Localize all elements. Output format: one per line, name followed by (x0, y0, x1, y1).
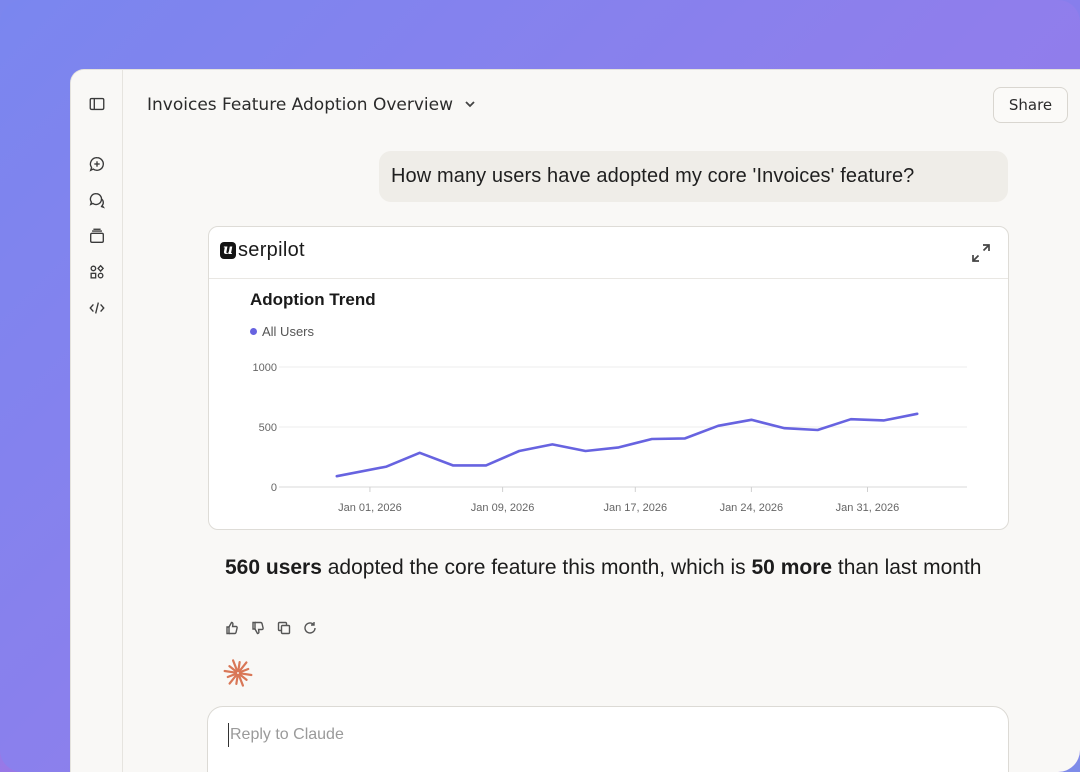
conversation-title-dropdown[interactable]: Invoices Feature Adoption Overview (147, 92, 477, 118)
answer-count: 560 users (225, 556, 322, 579)
chats-icon[interactable] (87, 190, 107, 210)
app-background: Invoices Feature Adoption Overview Share… (0, 0, 1080, 772)
line-chart: 0 500 1000 Jan 01, 2026 Jan 09, 2026 Jan 17, … (253, 362, 967, 514)
expand-icon[interactable] (970, 242, 992, 264)
y-tick-label: 500 (259, 422, 277, 434)
user-message: How many users have adopted my core 'Inv… (379, 151, 1008, 202)
copy-icon[interactable] (277, 620, 291, 635)
sidebar-toggle-icon[interactable] (87, 94, 107, 114)
brand-name: serpilot (238, 239, 305, 261)
assistant-answer: 560 users adopted the core feature this … (225, 554, 1015, 582)
x-tick-label: Jan 09, 2026 (471, 502, 535, 514)
share-button[interactable]: Share (993, 87, 1068, 123)
app-window: Invoices Feature Adoption Overview Share… (70, 69, 1080, 772)
x-tick-label: Jan 31, 2026 (836, 502, 900, 514)
artifacts-icon[interactable] (87, 262, 107, 282)
y-tick-label: 1000 (253, 362, 277, 374)
userpilot-logo: u serpilot (220, 239, 305, 262)
message-actions (225, 620, 317, 635)
projects-icon[interactable] (87, 226, 107, 246)
answer-delta: 50 more (751, 556, 833, 579)
chart-title: Adoption Trend (250, 290, 376, 309)
brand-mark: u (220, 242, 236, 259)
side-rail (71, 70, 123, 772)
thumbs-up-icon[interactable] (225, 620, 239, 635)
claude-spark-icon (223, 658, 253, 688)
y-tick-label: 0 (271, 482, 277, 494)
reply-input[interactable] (228, 723, 928, 747)
x-tick-label: Jan 24, 2026 (720, 502, 784, 514)
thumbs-down-icon[interactable] (251, 620, 265, 635)
chart-card: u serpilot Adoption Trend All Users 0 500… (208, 226, 1009, 530)
x-tick-label: Jan 17, 2026 (603, 502, 667, 514)
series-line-all-users (335, 412, 919, 478)
reply-box (207, 706, 1009, 772)
chart-legend: All Users (250, 324, 314, 339)
conversation-title: Invoices Feature Adoption Overview (147, 95, 453, 115)
code-icon[interactable] (87, 298, 107, 318)
card-header: u serpilot (209, 227, 1008, 279)
legend-swatch (250, 328, 257, 335)
answer-tail: than last month (832, 556, 982, 579)
answer-middle: adopted the core feature this month, whi… (321, 556, 752, 579)
new-chat-icon[interactable] (87, 154, 107, 174)
retry-icon[interactable] (303, 620, 317, 634)
legend-label: All Users (262, 324, 315, 339)
x-tick-label: Jan 01, 2026 (338, 502, 402, 514)
chevron-down-icon (463, 96, 477, 115)
